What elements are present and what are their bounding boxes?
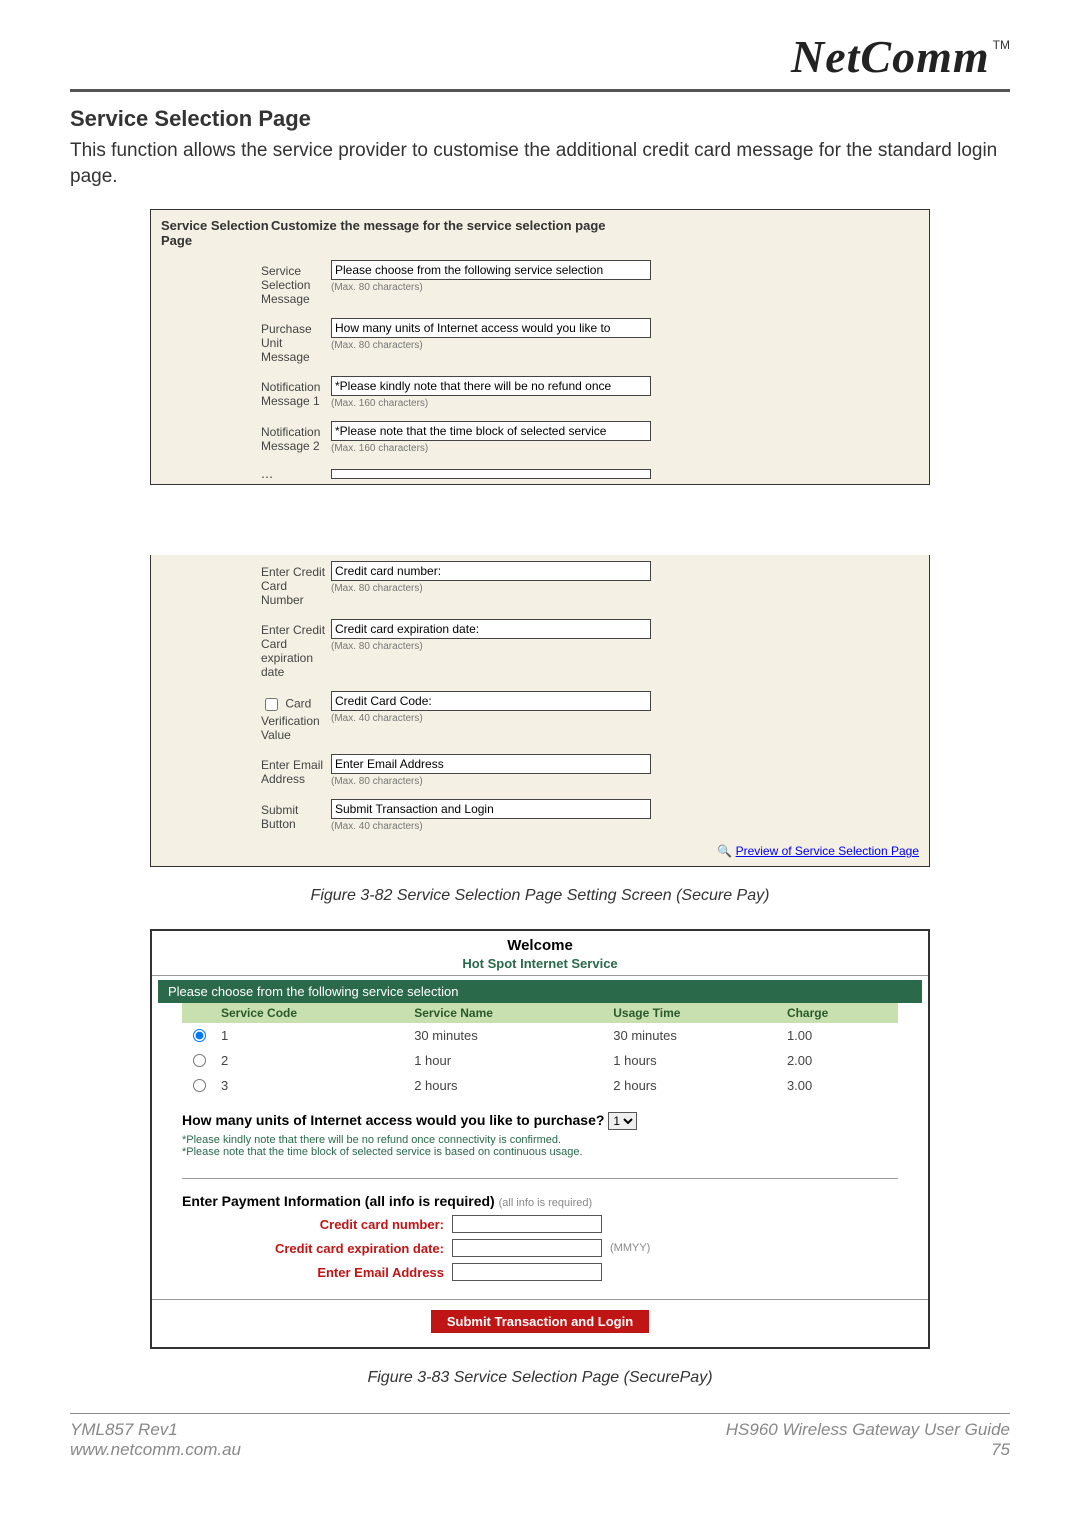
mmyy-hint: (MMYY) xyxy=(610,1242,650,1254)
label-submit-button: Submit Button xyxy=(161,799,331,832)
magnifier-icon: 🔍 xyxy=(717,844,732,858)
label-notification-2: Notification Message 2 xyxy=(161,421,331,454)
selection-prompt: Please choose from the following service… xyxy=(158,980,922,1003)
intro-text: This function allows the service provide… xyxy=(70,138,1010,189)
hint-text: (Max. 160 characters) xyxy=(331,443,919,454)
col-service-name: Service Name xyxy=(408,1003,607,1023)
footer-guide-title: HS960 Wireless Gateway User Guide xyxy=(726,1420,1010,1440)
preview-link[interactable]: Preview of Service Selection Page xyxy=(736,844,919,858)
note-2: *Please note that the time block of sele… xyxy=(182,1146,898,1158)
col-charge: Charge xyxy=(781,1003,898,1023)
hint-text: (Max. 40 characters) xyxy=(331,821,919,832)
payment-info-sub: (all info is required) xyxy=(499,1197,593,1209)
table-row: 2 1 hour 1 hours 2.00 xyxy=(182,1048,898,1073)
label-notification-1: Notification Message 1 xyxy=(161,376,331,409)
input-submit-label[interactable] xyxy=(331,799,651,819)
panel-heading-right: Customize the message for the service se… xyxy=(271,218,919,248)
table-row: 3 2 hours 2 hours 3.00 xyxy=(182,1073,898,1098)
label-preview-email: Enter Email Address xyxy=(182,1265,452,1280)
radio-service-1[interactable] xyxy=(193,1029,206,1042)
label-preview-ccexp: Credit card expiration date: xyxy=(182,1241,452,1256)
hint-text: (Max. 40 characters) xyxy=(331,713,919,724)
radio-service-2[interactable] xyxy=(193,1054,206,1067)
input-preview-ccexp[interactable] xyxy=(452,1239,602,1257)
service-table: Service Code Service Name Usage Time Cha… xyxy=(182,1003,898,1098)
hint-text: (Max. 80 characters) xyxy=(331,776,919,787)
figure-caption-1: Figure 3-82 Service Selection Page Setti… xyxy=(70,887,1010,905)
hint-text: (Max. 80 characters) xyxy=(331,641,919,652)
input-notification-2[interactable] xyxy=(331,421,651,441)
input-preview-ccnum[interactable] xyxy=(452,1215,602,1233)
hint-text: (Max. 80 characters) xyxy=(331,340,919,351)
label-purchase-unit-message: Purchase Unit Message xyxy=(161,318,331,364)
input-notification-1[interactable] xyxy=(331,376,651,396)
section-title: Service Selection Page xyxy=(70,106,1010,132)
brand-logo: NetComm xyxy=(791,30,990,83)
input-service-selection-message[interactable] xyxy=(331,260,651,280)
submit-button[interactable]: Submit Transaction and Login xyxy=(431,1310,649,1333)
settings-panel-messages: Service Selection Page Customize the mes… xyxy=(150,209,930,485)
note-1: *Please kindly note that there will be n… xyxy=(182,1134,898,1146)
input-purchase-unit-message[interactable] xyxy=(331,318,651,338)
settings-panel-payment: Enter Credit Card Number (Max. 80 charac… xyxy=(150,555,930,867)
input-cc-number-label[interactable] xyxy=(331,561,651,581)
input-cvv-label[interactable] xyxy=(331,691,651,711)
page-header: NetComm TM xyxy=(70,30,1010,92)
input-cc-exp-label[interactable] xyxy=(331,619,651,639)
hint-text: (Max. 80 characters) xyxy=(331,583,919,594)
welcome-title: Welcome xyxy=(152,931,928,956)
col-service-code: Service Code xyxy=(215,1003,408,1023)
footer-url: www.netcomm.com.au xyxy=(70,1440,241,1460)
service-selection-preview: Welcome Hot Spot Internet Service Please… xyxy=(150,929,930,1349)
label-cvv: Card Verification Value xyxy=(161,691,331,742)
welcome-subtitle: Hot Spot Internet Service xyxy=(152,956,928,976)
label-service-selection-message: Service Selection Message xyxy=(161,260,331,306)
label-preview-ccnum: Credit card number: xyxy=(182,1217,452,1232)
figure-caption-2: Figure 3-83 Service Selection Page (Secu… xyxy=(70,1369,1010,1387)
input-email-label[interactable] xyxy=(331,754,651,774)
purchase-question: How many units of Internet access would … xyxy=(182,1112,604,1128)
radio-service-3[interactable] xyxy=(193,1079,206,1092)
input-truncated[interactable] xyxy=(331,469,651,479)
trademark-icon: TM xyxy=(993,38,1010,52)
label-cc-number: Enter Credit Card Number xyxy=(161,561,331,607)
units-select[interactable]: 1 xyxy=(608,1112,637,1130)
footer-doc-rev: YML857 Rev1 xyxy=(70,1420,241,1440)
page-footer: YML857 Rev1 www.netcomm.com.au HS960 Wir… xyxy=(70,1413,1010,1460)
table-row: 1 30 minutes 30 minutes 1.00 xyxy=(182,1023,898,1048)
col-usage-time: Usage Time xyxy=(607,1003,781,1023)
hint-text: (Max. 160 characters) xyxy=(331,398,919,409)
input-preview-email[interactable] xyxy=(452,1263,602,1281)
footer-page-number: 75 xyxy=(726,1440,1010,1460)
label-cc-exp: Enter Credit Card expiration date xyxy=(161,619,331,679)
label-email: Enter Email Address xyxy=(161,754,331,787)
payment-info-heading: Enter Payment Information (all info is r… xyxy=(182,1193,495,1209)
label-truncated: ⋯ xyxy=(161,466,331,484)
panel-heading-left: Service Selection Page xyxy=(161,218,271,248)
hint-text: (Max. 80 characters) xyxy=(331,282,919,293)
checkbox-cvv-enable[interactable] xyxy=(265,698,278,711)
